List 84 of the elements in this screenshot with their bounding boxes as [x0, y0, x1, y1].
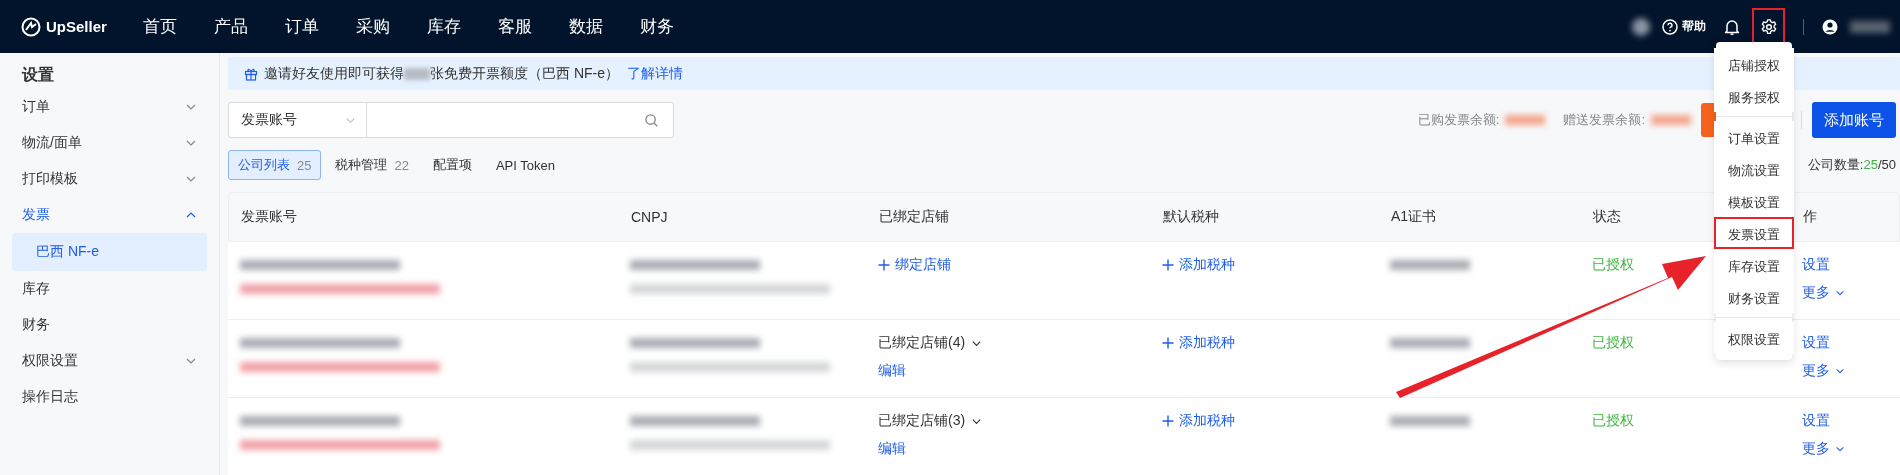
settings-link[interactable]: 设置 [1802, 334, 1830, 352]
nav-item[interactable]: 产品 [214, 15, 285, 38]
sidebar-item[interactable]: 财务 [0, 307, 219, 343]
edit-link[interactable]: 编辑 [878, 440, 906, 458]
menu-item[interactable]: 物流设置 [1714, 153, 1794, 185]
user-icon[interactable] [1822, 18, 1838, 35]
more-link[interactable]: 更多 [1802, 362, 1845, 380]
blurred-balance [1505, 115, 1546, 125]
sidebar-title: 设置 [20, 65, 55, 85]
tab[interactable]: API Token [485, 150, 565, 180]
tab[interactable]: 配置项 [422, 150, 482, 180]
add-account-button[interactable]: 添加账号 [1812, 102, 1896, 138]
menu-item[interactable]: 财务设置 [1714, 281, 1794, 313]
column-header: 默认税种 [1162, 208, 1220, 226]
more-link[interactable]: 更多 [1802, 284, 1845, 302]
company-count-label: 公司数量: [1807, 157, 1864, 172]
nav-item[interactable]: 财务 [640, 15, 711, 38]
column-header: 已绑定店铺 [878, 208, 950, 226]
add-tax-link[interactable]: 添加税种 [1162, 412, 1235, 430]
settings-link[interactable]: 设置 [1802, 256, 1830, 274]
sidebar-group[interactable]: 发票 [0, 197, 219, 233]
nav-item[interactable]: 订单 [285, 15, 356, 38]
nav-item[interactable]: 首页 [143, 15, 214, 38]
blurred-balance [1651, 115, 1691, 125]
settings-link[interactable]: 设置 [1802, 412, 1830, 430]
sidebar-group[interactable]: 订单 [0, 89, 219, 125]
menu-item[interactable]: 发票设置 [1714, 217, 1794, 249]
add-tax-link[interactable]: 添加税种 [1162, 334, 1235, 352]
chevron-icon [1835, 288, 1845, 298]
bound-stores-dropdown[interactable]: 已绑定店铺(4) [878, 334, 983, 352]
balance-label: 赠送发票余额: [1563, 111, 1645, 129]
gift-icon [244, 66, 258, 81]
logo-text[interactable]: UpSeller [46, 18, 107, 35]
help-link[interactable]: 帮助 [1662, 18, 1706, 35]
edit-link[interactable]: 编辑 [878, 362, 906, 380]
sidebar-group[interactable]: 打印模板 [0, 161, 219, 197]
help-icon [1662, 18, 1678, 35]
sidebar-item[interactable]: 操作日志 [0, 379, 219, 415]
plus-icon [878, 259, 890, 271]
sidebar-item[interactable]: 库存 [0, 271, 219, 307]
column-header: A1证书 [1390, 208, 1438, 226]
column-header: CNPJ [630, 209, 669, 225]
nav-item[interactable]: 数据 [569, 15, 640, 38]
menu-item[interactable]: 店铺授权 [1714, 48, 1794, 80]
blurred-avatar [1632, 17, 1650, 36]
learn-more-link[interactable]: 了解详情 [627, 64, 683, 83]
settings-icon [1759, 17, 1778, 36]
balance-label: 已购发票余额: [1417, 111, 1500, 129]
plus-icon [1162, 415, 1174, 427]
banner-text: 邀请好友使用即可获得 [264, 64, 404, 83]
bell-icon[interactable] [1724, 17, 1740, 36]
banner-text: 张免费开票额度（巴西 NF-e） [430, 64, 619, 83]
sidebar-subitem[interactable]: 巴西 NF-e [12, 233, 207, 271]
column-header: 发票账号 [240, 208, 298, 226]
menu-item[interactable]: 权限设置 [1714, 322, 1794, 354]
chevron-icon [1835, 444, 1845, 454]
menu-item[interactable]: 模板设置 [1714, 185, 1794, 217]
column-header: 作 [1802, 208, 1818, 226]
menu-item[interactable]: 库存设置 [1714, 249, 1794, 281]
tab[interactable]: 公司列表 25 [228, 150, 322, 180]
status-text: 已授权 [1592, 256, 1634, 274]
more-link[interactable]: 更多 [1802, 440, 1845, 458]
status-text: 已授权 [1592, 334, 1634, 352]
plus-icon [1162, 337, 1174, 349]
status-text: 已授权 [1592, 412, 1634, 430]
bind-store-link[interactable]: 绑定店铺 [878, 256, 951, 274]
nav-item[interactable]: 采购 [356, 15, 427, 38]
bound-stores-dropdown[interactable]: 已绑定店铺(3) [878, 412, 983, 430]
menu-item[interactable]: 订单设置 [1714, 121, 1794, 153]
logo-icon [21, 16, 41, 37]
nav-item[interactable]: 库存 [427, 15, 498, 38]
plus-icon [1162, 259, 1174, 271]
menu-item[interactable]: 服务授权 [1714, 80, 1794, 112]
chevron-icon [1835, 366, 1845, 376]
blurred-username [1850, 20, 1890, 33]
company-count-used: 25 [1863, 157, 1878, 172]
tab[interactable]: 税种管理 22 [325, 150, 419, 180]
company-count-total: /50 [1877, 157, 1896, 172]
nav-item[interactable]: 客服 [498, 15, 569, 38]
sidebar-group[interactable]: 物流/面单 [0, 125, 219, 161]
column-header: 状态 [1592, 208, 1622, 226]
add-tax-link[interactable]: 添加税种 [1162, 256, 1235, 274]
blurred-number [404, 67, 430, 80]
sidebar-group[interactable]: 权限设置 [0, 343, 219, 379]
